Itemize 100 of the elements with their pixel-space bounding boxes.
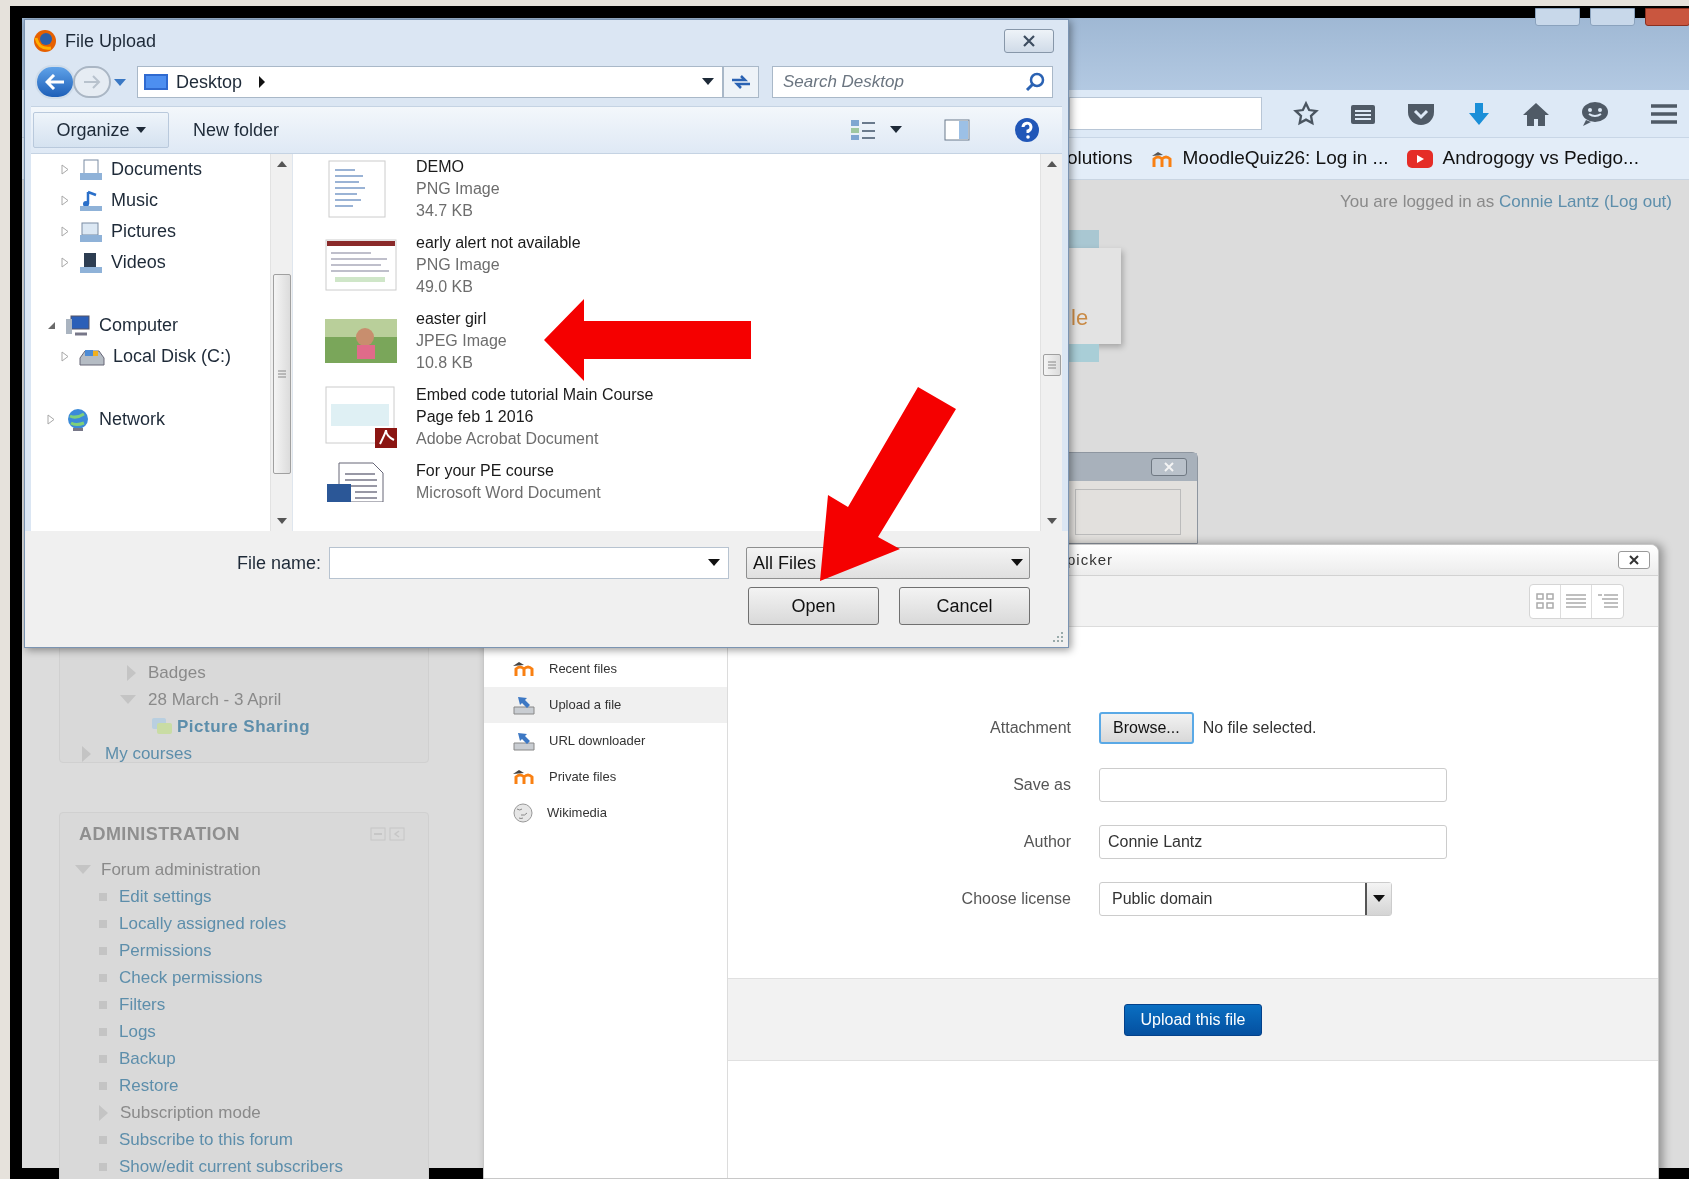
- login-status: You are logged in as Connie Lantz (Log out): [1339, 191, 1672, 213]
- scrollbar[interactable]: [1040, 154, 1062, 531]
- grip-icon: [1047, 361, 1056, 369]
- field-label: Attachment: [989, 718, 1071, 738]
- list-icon: [1566, 594, 1586, 608]
- license-dropdown[interactable]: Public domain: [1099, 882, 1392, 916]
- dropdown-caret-icon: [708, 559, 720, 567]
- upload-tray-icon: [513, 731, 535, 751]
- address-bar[interactable]: Desktop: [137, 66, 723, 98]
- scroll-thumb[interactable]: [272, 274, 291, 474]
- bookmark[interactable]: Androgogy vs Pedigo...: [1406, 144, 1639, 173]
- repository-item[interactable]: Wikimedia: [484, 795, 727, 831]
- file-name[interactable]: For your PE course: [416, 460, 554, 482]
- file-name[interactable]: early alert not available: [416, 232, 581, 254]
- collapsed-arrow-icon[interactable]: [61, 257, 69, 268]
- forum-icon: [151, 716, 173, 737]
- logo-stripe: [1069, 230, 1099, 248]
- tree-item[interactable]: Computer: [99, 312, 179, 339]
- file-type: PNG Image: [416, 179, 500, 199]
- breadcrumb-arrow-icon[interactable]: [258, 76, 267, 88]
- close-button[interactable]: [1618, 551, 1650, 569]
- upload-tray-icon: [513, 695, 535, 715]
- history-caret-icon[interactable]: [113, 77, 127, 87]
- grid-icon: [1536, 593, 1554, 609]
- file-type: Adobe Acrobat Document: [416, 429, 599, 449]
- caret-down-icon: [1011, 559, 1023, 567]
- upload-button[interactable]: Upload this file: [1123, 1003, 1263, 1036]
- file-type: PNG Image: [416, 255, 500, 275]
- pdf-document-icon: [325, 386, 397, 448]
- caret-down-icon: [1373, 895, 1385, 903]
- location-text[interactable]: Desktop: [176, 68, 243, 96]
- refresh-icon: [730, 74, 752, 90]
- organize-menu-button[interactable]: Organize: [33, 112, 169, 148]
- minimize-button[interactable]: [1535, 8, 1580, 26]
- repository-item[interactable]: Private files: [484, 759, 727, 795]
- author-field[interactable]: Connie Lantz: [1099, 825, 1447, 859]
- photo-placeholder: [325, 319, 397, 363]
- back-arrow-icon: [45, 74, 65, 90]
- cancel-button[interactable]: Cancel: [899, 587, 1030, 625]
- chat-icon[interactable]: [1580, 100, 1610, 127]
- network-icon: [65, 407, 91, 432]
- maximize-button[interactable]: [1590, 8, 1635, 26]
- view-options-icon[interactable]: [850, 119, 876, 141]
- file-size: 34.7 KB: [416, 201, 473, 221]
- logo-text: le: [1071, 304, 1089, 332]
- refresh-button[interactable]: [723, 66, 759, 98]
- expanded-arrow-icon[interactable]: [46, 321, 56, 330]
- address-field[interactable]: [1069, 97, 1262, 130]
- home-icon[interactable]: [1522, 100, 1550, 127]
- file-name[interactable]: DEMO: [416, 156, 464, 178]
- field-label: File name:: [236, 551, 321, 575]
- forward-arrow-icon: [83, 75, 101, 89]
- repository-item[interactable]: URL downloader: [484, 723, 727, 759]
- tree-item[interactable]: Videos: [111, 249, 166, 276]
- caret-right-icon[interactable]: [82, 745, 91, 762]
- caret-down-icon[interactable]: [890, 126, 902, 134]
- search-field[interactable]: Search Desktop: [772, 66, 1053, 98]
- tree-item[interactable]: Music: [111, 187, 158, 214]
- scroll-thumb[interactable]: [1042, 354, 1061, 376]
- file-name[interactable]: Embed code tutorial Main Course Page feb 1 2016: [416, 384, 688, 428]
- tree-item[interactable]: Network: [99, 406, 165, 433]
- help-icon[interactable]: [1014, 117, 1040, 143]
- computer-icon: [65, 314, 91, 337]
- star-icon[interactable]: [1292, 99, 1320, 128]
- collapsed-arrow-icon[interactable]: [47, 414, 55, 425]
- document-thumbnail: [325, 160, 389, 218]
- file-name[interactable]: easter girl: [416, 308, 487, 330]
- resize-grip-icon[interactable]: [1052, 631, 1064, 643]
- repository-item[interactable]: Upload a file: [484, 687, 727, 723]
- tree-item[interactable]: Documents: [111, 156, 203, 183]
- scrollbar[interactable]: [270, 154, 292, 531]
- collapsed-arrow-icon[interactable]: [61, 351, 69, 362]
- back-button[interactable]: [35, 65, 75, 99]
- open-button[interactable]: Open: [748, 587, 879, 625]
- repository-item[interactable]: Recent files: [484, 651, 727, 687]
- close-button[interactable]: [1004, 29, 1054, 53]
- moodle-logo-icon: [513, 769, 535, 785]
- tree-list-icon: [1597, 594, 1618, 608]
- collapsed-arrow-icon[interactable]: [61, 195, 69, 206]
- bookmark[interactable]: MoodleQuiz26: Log in ...: [1150, 144, 1389, 173]
- moodle-logo-icon: [513, 661, 535, 677]
- video-play-icon: [1406, 148, 1435, 169]
- tree-item[interactable]: Local Disk (C:): [113, 343, 232, 370]
- browse-button[interactable]: Browse...: [1099, 712, 1194, 744]
- download-icon[interactable]: [1466, 100, 1492, 127]
- collapsed-arrow-icon[interactable]: [61, 164, 69, 175]
- file-size: 10.8 KB: [416, 353, 473, 373]
- logo-stripe: [1069, 344, 1099, 362]
- caret-down-icon: [135, 127, 146, 133]
- tree-item[interactable]: Pictures: [111, 218, 177, 245]
- bookmark[interactable]: olutions: [1067, 144, 1133, 173]
- collapsed-arrow-icon[interactable]: [61, 226, 69, 237]
- dropdown-caret-icon[interactable]: [702, 78, 714, 86]
- file-name-field[interactable]: [329, 547, 729, 579]
- music-icon: [79, 189, 103, 212]
- screenshot-thumbnail: [325, 239, 397, 291]
- new-folder-button[interactable]: New folder: [179, 112, 294, 148]
- menu-icon[interactable]: [1650, 102, 1678, 125]
- preview-pane-icon[interactable]: [944, 119, 970, 141]
- save-as-field[interactable]: [1099, 768, 1447, 802]
